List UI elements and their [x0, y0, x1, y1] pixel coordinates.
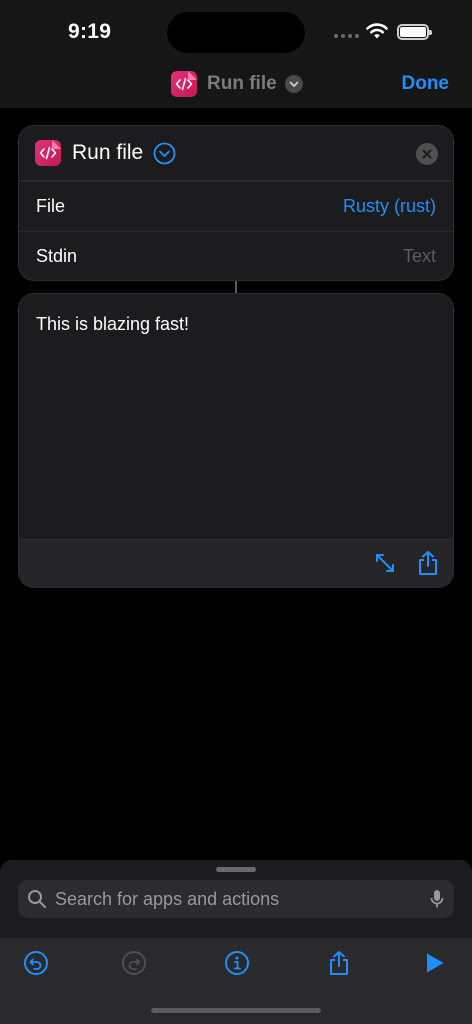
share-icon	[330, 951, 348, 975]
expand-arrows-icon[interactable]	[374, 552, 396, 574]
action-header: Run file	[19, 126, 453, 182]
code-file-icon	[35, 140, 61, 166]
run-button[interactable]	[420, 948, 450, 978]
nav-bar: Run file Done	[0, 60, 472, 108]
shortcut-title-menu[interactable]: Run file	[171, 70, 303, 98]
status-bar: 9:19	[0, 0, 472, 60]
home-indicator	[151, 1008, 321, 1013]
search-input[interactable]: Search for apps and actions	[18, 880, 454, 918]
play-icon	[427, 953, 444, 973]
battery-icon	[397, 24, 432, 40]
action-search-sheet: Search for apps and actions	[0, 860, 472, 1024]
run-file-action-card: Run file File Rusty (rust) Stdin Text	[18, 125, 454, 281]
chevron-down-icon[interactable]	[153, 142, 176, 165]
nav-title: Run file	[207, 73, 277, 94]
stdin-field[interactable]: Text	[403, 246, 436, 267]
search-placeholder: Search for apps and actions	[55, 888, 280, 909]
undo-icon	[24, 951, 48, 975]
dynamic-island	[167, 12, 305, 53]
share-icon[interactable]	[417, 550, 439, 576]
share-button[interactable]	[324, 948, 354, 978]
action-title: Run file	[72, 141, 144, 164]
search-icon	[28, 890, 46, 908]
param-label: Stdin	[36, 245, 78, 266]
close-icon[interactable]	[416, 143, 438, 165]
code-file-icon	[171, 71, 197, 97]
param-label: File	[36, 196, 66, 216]
chevron-down-icon	[284, 75, 303, 93]
action-connector	[235, 281, 237, 293]
info-icon	[225, 951, 249, 975]
info-button[interactable]	[222, 948, 252, 978]
file-value[interactable]: Rusty (rust)	[343, 196, 436, 217]
redo-button[interactable]	[119, 948, 149, 978]
cellular-signal-icon	[334, 34, 359, 38]
status-time: 9:19	[68, 20, 112, 43]
param-row-stdin[interactable]: Stdin Text	[19, 231, 453, 280]
microphone-icon[interactable]	[430, 889, 444, 909]
output-toolbar	[19, 539, 453, 587]
redo-icon	[122, 951, 146, 975]
wifi-icon	[366, 23, 388, 39]
output-card: This is blazing fast!	[18, 293, 454, 588]
done-button[interactable]: Done	[402, 73, 450, 95]
param-row-file[interactable]: File Rusty (rust)	[19, 182, 453, 231]
output-text: This is blazing fast!	[36, 314, 190, 334]
undo-button[interactable]	[21, 948, 51, 978]
sheet-grabber[interactable]	[216, 867, 256, 872]
